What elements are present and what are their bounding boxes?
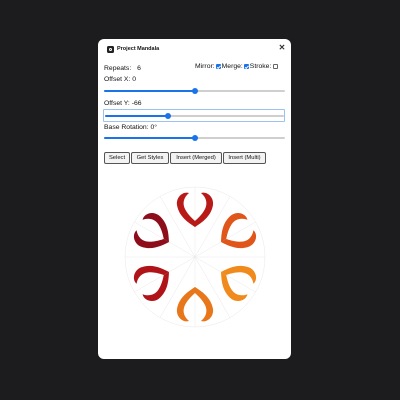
slider-thumb[interactable] <box>191 135 198 141</box>
stroke-checkbox[interactable] <box>273 63 279 69</box>
title-bar: Project Mandala ✕ <box>98 39 291 59</box>
stroke-label: Stroke: <box>249 63 272 70</box>
motif-horn-right <box>176 287 195 322</box>
mirror-label: Mirror: <box>195 63 215 70</box>
slider-fill <box>105 115 168 117</box>
select-button[interactable]: Select <box>104 152 130 164</box>
base-rotation-label: Base Rotation: 0° <box>104 124 157 131</box>
close-icon[interactable]: ✕ <box>277 43 287 53</box>
window-title: Project Mandala <box>117 46 160 52</box>
motif-horn-left <box>142 272 170 301</box>
slider-thumb[interactable] <box>191 88 198 94</box>
plugin-panel: Project Mandala ✕ Repeats: 6 Mirror: Mer… <box>98 39 291 359</box>
repeats-label: Repeats: <box>104 65 132 72</box>
mandala-preview <box>98 170 291 340</box>
motif-horn-right <box>142 213 170 242</box>
base-rotation-slider[interactable] <box>104 133 285 143</box>
insert-multi-button[interactable]: Insert (Multi) <box>223 152 266 164</box>
offset-y-slider[interactable] <box>105 111 284 121</box>
motif-horn-right <box>220 272 248 301</box>
motif-horn-left <box>220 213 248 242</box>
motif-horn-left <box>176 192 195 227</box>
slider-thumb[interactable] <box>164 113 171 119</box>
insert-merged-button[interactable]: Insert (Merged) <box>170 152 222 164</box>
motif-horn-right <box>195 192 214 227</box>
repeats-value-input[interactable]: 6 <box>137 65 141 72</box>
repeats-row: Repeats: 6 <box>104 65 141 72</box>
slider-fill <box>104 137 195 139</box>
toggle-group: Mirror: Merge: Stroke: <box>195 63 279 70</box>
get-styles-button[interactable]: Get Styles <box>131 152 169 164</box>
offset-x-label: Offset X: 0 <box>104 76 136 83</box>
slider-fill <box>104 90 195 92</box>
offset-y-label: Offset Y: -66 <box>104 100 142 107</box>
guide-lines <box>124 186 266 328</box>
motif-horn-left <box>195 287 214 322</box>
merge-checkbox[interactable] <box>243 63 249 69</box>
offset-x-slider[interactable] <box>104 86 285 96</box>
mirror-checkbox[interactable] <box>215 63 221 69</box>
app-icon <box>107 46 114 53</box>
merge-label: Merge: <box>221 63 243 70</box>
mandala-svg <box>124 186 266 328</box>
